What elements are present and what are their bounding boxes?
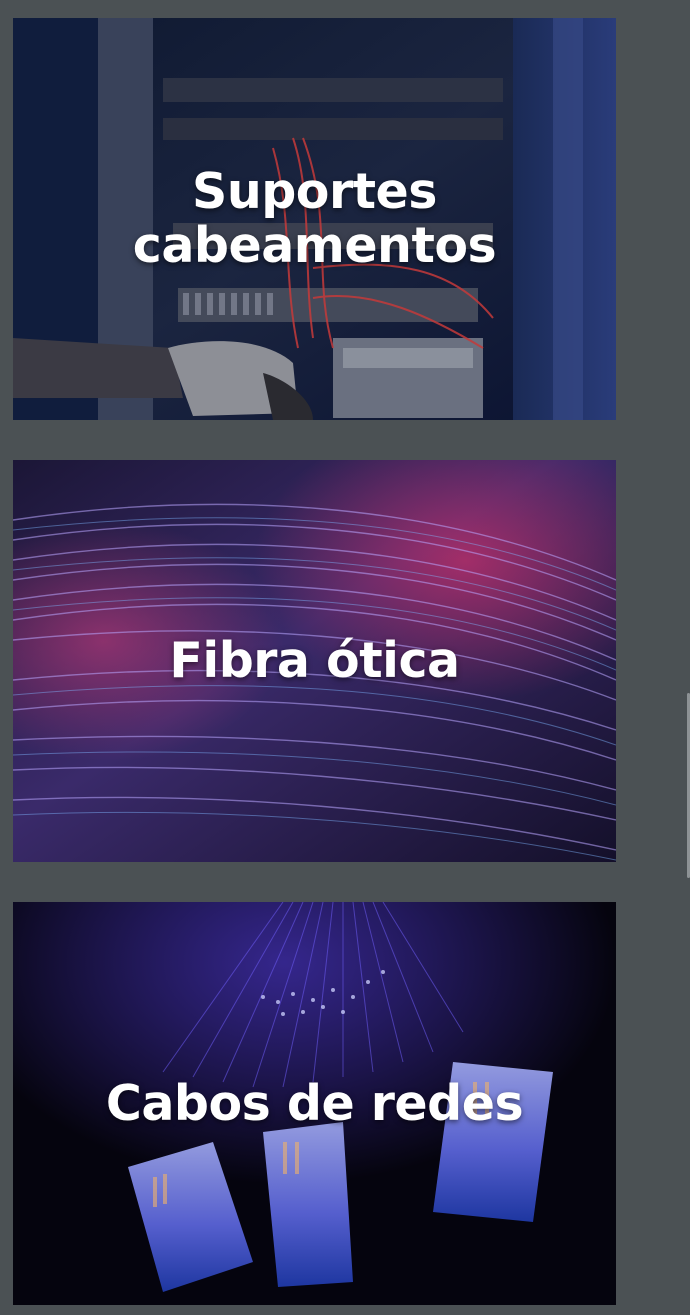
category-card-suportes-cabeamentos[interactable]: Suportes cabeamentos xyxy=(13,18,616,420)
card-title: Fibra ótica xyxy=(169,632,460,689)
card-title: Cabos de redes xyxy=(105,1074,524,1132)
card-title: Suportes cabeamentos xyxy=(132,163,497,274)
category-card-cabos-de-redes[interactable]: Cabos de redes xyxy=(13,902,616,1305)
category-card-fibra-otica[interactable]: Fibra ótica xyxy=(13,460,616,862)
